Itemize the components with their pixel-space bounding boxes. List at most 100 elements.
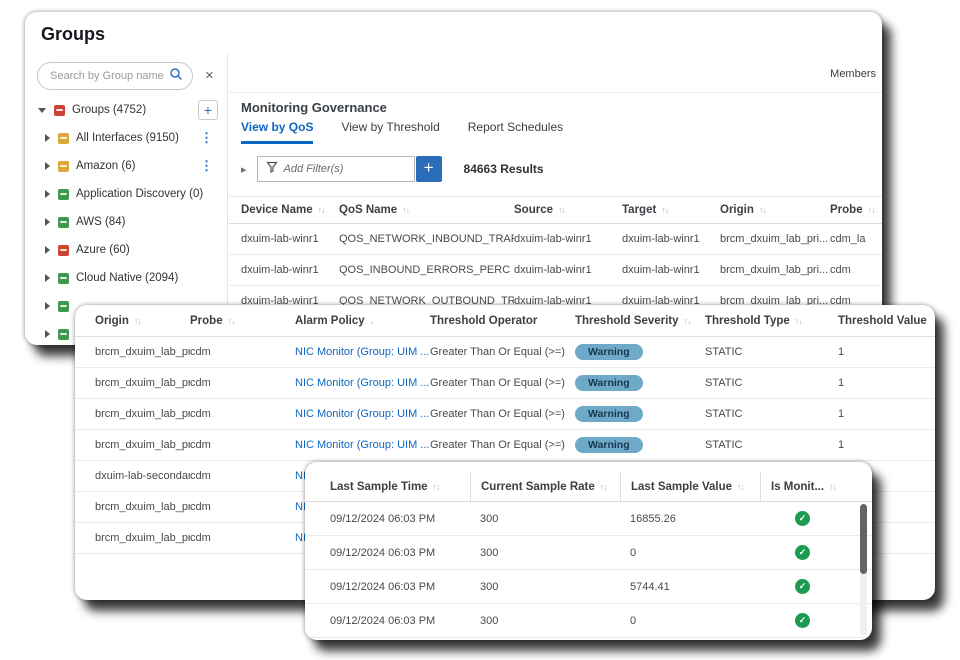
group-icon bbox=[58, 301, 69, 312]
caret-right-icon[interactable] bbox=[45, 274, 50, 282]
tree-item-amazon[interactable]: Amazon (6) ⋮ bbox=[25, 152, 227, 180]
column-header-is-monitored[interactable]: Is Monit...↑↓ bbox=[760, 472, 855, 501]
expand-chevron-icon[interactable]: ▸ bbox=[241, 163, 247, 176]
cell-probe: cdm bbox=[830, 264, 882, 276]
cell-monitored: ✓ bbox=[760, 604, 855, 637]
column-header-probe[interactable]: Probe↑↓ bbox=[830, 204, 882, 216]
table-row[interactable]: dxuim-lab-winr1 QOS_NETWORK_INBOUND_TRAF… bbox=[229, 224, 882, 255]
tree-item-groups[interactable]: Groups (4752) + bbox=[25, 96, 227, 124]
group-icon bbox=[54, 105, 65, 116]
scrollbar-track[interactable] bbox=[860, 504, 867, 635]
add-group-button[interactable]: + bbox=[198, 100, 218, 120]
caret-right-icon[interactable] bbox=[45, 190, 50, 198]
column-header-alarm-policy[interactable]: Alarm Policy↓ bbox=[295, 315, 430, 327]
column-header-threshold-type[interactable]: Threshold Type↑↓ bbox=[705, 315, 838, 327]
alarm-policy-link[interactable]: NIC Monitor (Group: UIM ... bbox=[295, 346, 429, 358]
sort-icon[interactable]: ↑↓ bbox=[795, 316, 802, 326]
tab-view-by-qos[interactable]: View by QoS bbox=[241, 120, 313, 144]
column-header-current-sample-rate[interactable]: Current Sample Rate↑↓ bbox=[470, 472, 620, 501]
table-row[interactable]: 09/12/2024 06:03 PM 300 5744.41 ✓ bbox=[305, 570, 872, 604]
tree-item-aws[interactable]: AWS (84) bbox=[25, 208, 227, 236]
sort-icon[interactable]: ↑↓ bbox=[600, 482, 607, 492]
table-row[interactable]: brcm_dxuim_lab_pri... cdm NIC Monitor (G… bbox=[75, 430, 935, 461]
caret-right-icon[interactable] bbox=[45, 246, 50, 254]
column-header-target[interactable]: Target↑↓ bbox=[622, 204, 720, 216]
alarm-policy-link[interactable]: NIC Monitor (Group: UIM ... bbox=[295, 377, 429, 389]
column-header-origin[interactable]: Origin↑↓ bbox=[720, 204, 830, 216]
table-row[interactable]: brcm_dxuim_lab_pri... cdm NIC Monitor (G… bbox=[75, 399, 935, 430]
table-row[interactable]: 09/12/2024 06:03 PM 300 16855.26 ✓ bbox=[305, 502, 872, 536]
sort-icon[interactable]: ↑↓ bbox=[558, 205, 565, 215]
table-row[interactable]: dxuim-lab-winr1 QOS_INBOUND_ERRORS_PERC … bbox=[229, 255, 882, 286]
sort-icon[interactable]: ↑↓ bbox=[402, 205, 409, 215]
cell-probe: cdm bbox=[190, 346, 295, 358]
column-header-probe[interactable]: Probe↑↓ bbox=[190, 315, 295, 327]
table-row[interactable]: brcm_dxuim_lab_pri... cdm NIC Monitor (G… bbox=[75, 368, 935, 399]
sort-icon[interactable]: ↑↓ bbox=[932, 316, 933, 326]
cell-value: 0 bbox=[620, 604, 760, 637]
sort-desc-icon[interactable]: ↓ bbox=[370, 316, 374, 326]
cell-operator: Greater Than Or Equal (>=) bbox=[430, 439, 575, 451]
check-circle-icon: ✓ bbox=[795, 545, 810, 560]
column-header-threshold-value[interactable]: Threshold Value↑↓ bbox=[838, 315, 933, 327]
cell-type: STATIC bbox=[705, 377, 838, 389]
column-header-threshold-operator[interactable]: Threshold Operator bbox=[430, 315, 575, 327]
tree-item-label: Azure (60) bbox=[76, 244, 130, 256]
sort-icon[interactable]: ↑↓ bbox=[829, 482, 836, 492]
group-icon bbox=[58, 217, 69, 228]
results-count: 84663 Results bbox=[464, 162, 544, 176]
search-icon[interactable] bbox=[169, 67, 183, 86]
cell-source: dxuim-lab-winr1 bbox=[514, 264, 622, 276]
column-header-last-sample-time[interactable]: Last Sample Time↑↓ bbox=[320, 472, 470, 501]
caret-right-icon[interactable] bbox=[45, 134, 50, 142]
sort-icon[interactable]: ↑↓ bbox=[318, 205, 325, 215]
table-row[interactable]: brcm_dxuim_lab_pri... cdm NIC Monitor (G… bbox=[75, 337, 935, 368]
column-header-qos-name[interactable]: QoS Name↑↓ bbox=[339, 204, 514, 216]
tree-item-all-interfaces[interactable]: All Interfaces (9150) ⋮ bbox=[25, 124, 227, 152]
close-icon[interactable]: × bbox=[205, 66, 214, 86]
table-row[interactable]: 09/12/2024 06:03 PM 300 0 ✓ bbox=[305, 536, 872, 570]
column-header-source[interactable]: Source↑↓ bbox=[514, 204, 622, 216]
caret-right-icon[interactable] bbox=[45, 302, 50, 310]
scrollbar-thumb[interactable] bbox=[860, 504, 867, 574]
caret-right-icon[interactable] bbox=[45, 218, 50, 226]
column-header-origin[interactable]: Origin↑↓ bbox=[95, 315, 190, 327]
cell-value: 1 bbox=[838, 439, 933, 451]
add-filter-field[interactable]: Add Filter(s) bbox=[257, 156, 415, 182]
column-header-threshold-severity[interactable]: Threshold Severity↑↓ bbox=[575, 315, 705, 327]
sort-icon[interactable]: ↑↓ bbox=[737, 482, 744, 492]
cell-time: 09/12/2024 06:03 PM bbox=[320, 536, 470, 569]
kebab-menu-icon[interactable]: ⋮ bbox=[200, 131, 213, 145]
sort-icon[interactable]: ↑↓ bbox=[228, 316, 235, 326]
sort-icon[interactable]: ↑↓ bbox=[868, 205, 875, 215]
tree-item-cloud-native[interactable]: Cloud Native (2094) bbox=[25, 264, 227, 292]
cell-value: 1 bbox=[838, 408, 933, 420]
tree-item-azure[interactable]: Azure (60) bbox=[25, 236, 227, 264]
tab-view-by-threshold[interactable]: View by Threshold bbox=[341, 120, 439, 144]
alarm-policy-link[interactable]: NIC Monitor (Group: UIM ... bbox=[295, 439, 429, 451]
caret-right-icon[interactable] bbox=[45, 330, 50, 338]
cell-time: 09/12/2024 06:03 PM bbox=[320, 604, 470, 637]
cell-value: 1 bbox=[838, 346, 933, 358]
sort-icon[interactable]: ↑↓ bbox=[684, 316, 691, 326]
sort-icon[interactable]: ↑↓ bbox=[759, 205, 766, 215]
caret-right-icon[interactable] bbox=[45, 162, 50, 170]
kebab-menu-icon[interactable]: ⋮ bbox=[200, 159, 213, 173]
tree-item-application-discovery[interactable]: Application Discovery (0) bbox=[25, 180, 227, 208]
cell-severity: Warning bbox=[575, 344, 705, 360]
cell-device: dxuim-lab-winr1 bbox=[241, 233, 339, 245]
group-icon bbox=[58, 329, 69, 340]
table-row[interactable]: 09/12/2024 06:03 PM 300 0 ✓ bbox=[305, 604, 872, 638]
tab-report-schedules[interactable]: Report Schedules bbox=[468, 120, 563, 144]
caret-down-icon[interactable] bbox=[38, 108, 46, 113]
group-search bbox=[37, 62, 193, 90]
alarm-policy-link[interactable]: NIC Monitor (Group: UIM ... bbox=[295, 408, 429, 420]
sort-icon[interactable]: ↑↓ bbox=[661, 205, 668, 215]
group-search-input[interactable] bbox=[50, 70, 169, 82]
add-filter-button[interactable]: + bbox=[416, 156, 442, 182]
column-header-device-name[interactable]: Device Name↑↓ bbox=[241, 204, 339, 216]
cell-type: STATIC bbox=[705, 439, 838, 451]
column-header-last-sample-value[interactable]: Last Sample Value↑↓ bbox=[620, 472, 760, 501]
sort-icon[interactable]: ↑↓ bbox=[134, 316, 141, 326]
sort-icon[interactable]: ↑↓ bbox=[433, 482, 440, 492]
